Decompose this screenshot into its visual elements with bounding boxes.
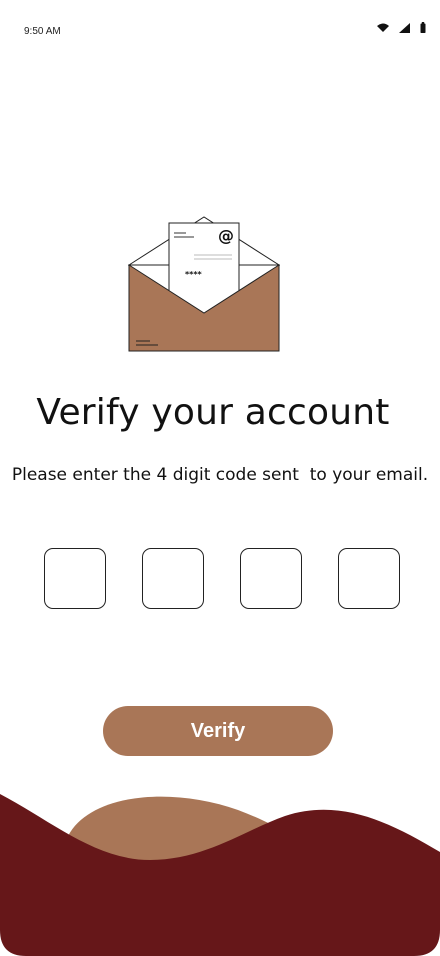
wifi-icon [377, 23, 389, 32]
code-digit-input-2[interactable] [142, 548, 204, 609]
code-digit-input-4[interactable] [338, 548, 400, 609]
letter-code-mask: **** [185, 270, 203, 279]
status-bar: 9:50 AM [0, 0, 440, 60]
battery-icon [420, 22, 426, 33]
instructions-text: Please enter the 4 digit code sent to yo… [11, 465, 429, 485]
at-symbol: @ [218, 226, 234, 245]
code-digit-input-3[interactable] [240, 548, 302, 609]
status-time: 9:50 AM [24, 26, 61, 37]
code-digit-input-1[interactable] [44, 548, 106, 609]
verify-account-screen: 9:50 AM @ **** Verify your account Pleas… [0, 0, 440, 956]
verify-button[interactable]: Verify [103, 706, 333, 756]
status-icons [377, 22, 426, 33]
cell-signal-icon [399, 22, 410, 33]
decorative-waves [0, 794, 440, 956]
envelope-illustration: @ **** [128, 216, 280, 352]
page-title: Verify your account [36, 392, 390, 433]
